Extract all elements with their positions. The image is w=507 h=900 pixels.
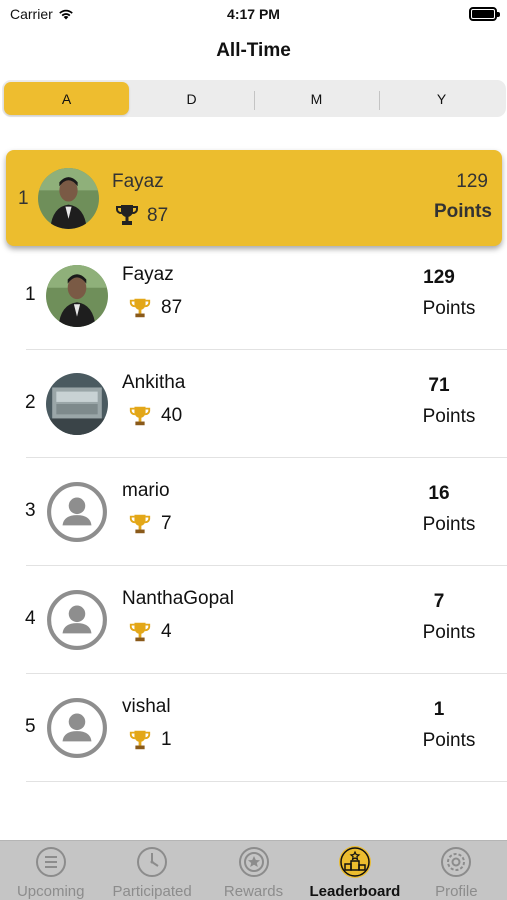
points-value: 129 bbox=[456, 171, 488, 192]
rank: 5 bbox=[25, 716, 36, 737]
points-value: 129 bbox=[423, 267, 455, 288]
status-bar: Carrier 4:17 PM bbox=[0, 0, 507, 30]
list-item[interactable]: 3 mario 7 16 Points bbox=[0, 458, 507, 566]
tab-profile[interactable]: Profile bbox=[406, 841, 507, 900]
list-icon bbox=[35, 847, 66, 877]
points-value: 16 bbox=[428, 483, 450, 504]
avatar bbox=[46, 265, 108, 327]
tab-bar: Upcoming Participated Rewards Leaderboar… bbox=[0, 840, 507, 900]
points-value: 71 bbox=[428, 375, 450, 396]
trophy-icon bbox=[128, 511, 152, 542]
trophy-icon bbox=[128, 295, 152, 326]
list-item[interactable]: 1 Fayaz 87 129 Points bbox=[0, 242, 507, 350]
user-name: Ankitha bbox=[122, 372, 186, 393]
trophy-count: 7 bbox=[161, 513, 172, 534]
user-name: Fayaz bbox=[112, 171, 164, 192]
tab-upcoming[interactable]: Upcoming bbox=[0, 841, 101, 900]
points-label: Points bbox=[422, 406, 476, 427]
status-time: 4:17 PM bbox=[227, 6, 280, 22]
list-item[interactable]: 4 NanthaGopal 4 7 Points bbox=[0, 566, 507, 674]
tab-label: Participated bbox=[112, 883, 192, 900]
tab-label: Profile bbox=[435, 883, 478, 900]
rank: 4 bbox=[25, 608, 36, 629]
points-label: Points bbox=[422, 298, 476, 319]
avatar bbox=[38, 168, 99, 229]
default-avatar-icon bbox=[46, 697, 108, 759]
trophy-count: 40 bbox=[161, 405, 183, 426]
tab-rewards[interactable]: Rewards bbox=[203, 841, 304, 900]
leaderboard-list: 1 Fayaz 87 129 Points 2 Ankitha 40 71 Po… bbox=[0, 242, 507, 782]
points-value: 7 bbox=[433, 591, 445, 612]
trophy-count: 4 bbox=[161, 621, 172, 642]
default-avatar-icon bbox=[46, 589, 108, 651]
rank: 2 bbox=[25, 392, 36, 413]
segment-monthly[interactable]: M bbox=[254, 82, 379, 115]
current-user-card[interactable]: 1 Fayaz 87 129 Points bbox=[6, 150, 502, 246]
tab-label: Rewards bbox=[223, 883, 284, 900]
trophy-count: 87 bbox=[161, 297, 183, 318]
user-name: NanthaGopal bbox=[122, 588, 234, 609]
period-segmented-control: A D M Y bbox=[2, 80, 506, 117]
trophy-icon bbox=[114, 202, 140, 233]
tab-participated[interactable]: Participated bbox=[101, 841, 202, 900]
user-name: Fayaz bbox=[122, 264, 174, 285]
podium-icon bbox=[338, 846, 371, 878]
list-item[interactable]: 5 vishal 1 1 Points bbox=[0, 674, 507, 782]
points-label: Points bbox=[422, 622, 476, 643]
points-label: Points bbox=[433, 201, 492, 222]
trophy-icon bbox=[128, 403, 152, 434]
rank: 1 bbox=[18, 188, 29, 209]
avatar bbox=[46, 373, 108, 435]
gear-icon bbox=[441, 847, 472, 877]
rank: 1 bbox=[25, 284, 36, 305]
points-label: Points bbox=[422, 730, 476, 751]
rank: 3 bbox=[25, 500, 36, 521]
tab-label: Upcoming bbox=[16, 883, 85, 900]
tab-label: Leaderboard bbox=[309, 883, 401, 900]
trophy-count: 87 bbox=[147, 205, 169, 226]
clock-icon bbox=[137, 847, 168, 877]
segment-yearly[interactable]: Y bbox=[379, 82, 504, 115]
default-avatar-icon bbox=[46, 481, 108, 543]
battery-icon bbox=[469, 7, 500, 21]
trophy-icon bbox=[128, 619, 152, 650]
segment-daily[interactable]: D bbox=[129, 82, 254, 115]
points-label: Points bbox=[422, 514, 476, 535]
badge-icon bbox=[238, 847, 269, 877]
tab-leaderboard[interactable]: Leaderboard bbox=[304, 841, 405, 900]
user-name: vishal bbox=[122, 696, 171, 717]
list-item[interactable]: 2 Ankitha 40 71 Points bbox=[0, 350, 507, 458]
trophy-icon bbox=[128, 727, 152, 758]
points-value: 1 bbox=[433, 699, 445, 720]
divider bbox=[26, 781, 507, 782]
trophy-count: 1 bbox=[161, 729, 172, 750]
page-title: All-Time bbox=[216, 40, 291, 61]
user-name: mario bbox=[122, 480, 170, 501]
segment-all-time[interactable]: A bbox=[4, 82, 129, 115]
